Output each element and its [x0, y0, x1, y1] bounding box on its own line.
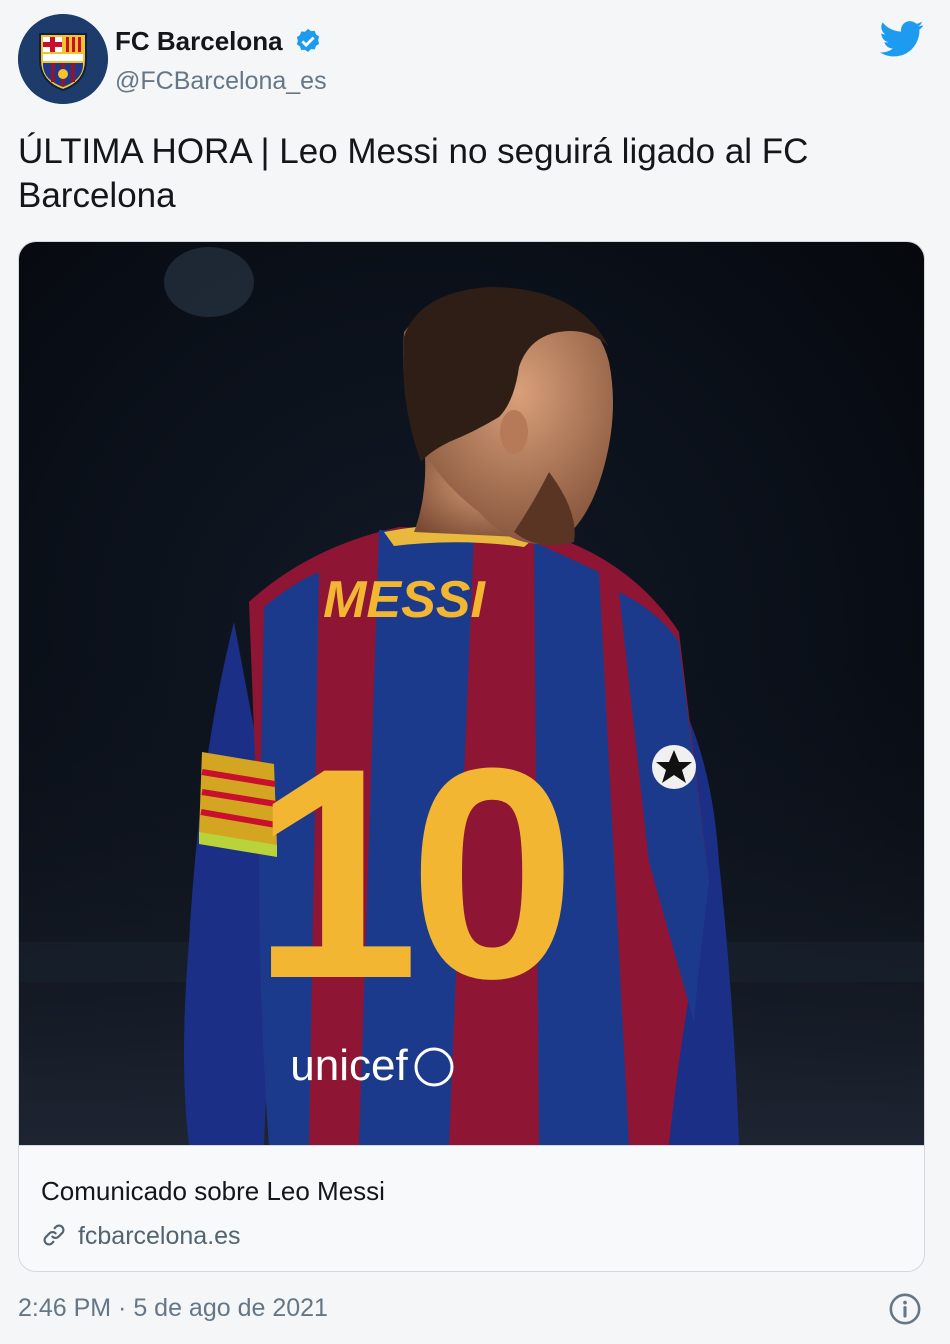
twitter-bird-icon[interactable] [880, 19, 924, 59]
card-domain-row[interactable]: fcbarcelona.es [41, 1222, 241, 1251]
link-card[interactable]: MESSI 10 unicef Comunicado sobre Leo Mes… [18, 241, 925, 1272]
card-meta[interactable]: Comunicado sobre Leo Messi fcbarcelona.e… [19, 1145, 924, 1271]
jersey-number: 10 [252, 705, 566, 1041]
tweet-header: FC Barcelona @FCBarcelona_es [18, 14, 932, 106]
jersey-sponsor: unicef [290, 1041, 408, 1090]
verified-badge-icon [296, 28, 320, 52]
tweet-text: ÚLTIMA HORA | Leo Messi no seguirá ligad… [18, 132, 809, 215]
tweet-footer: 2:46 PM · 5 de ago de 2021 [18, 1292, 932, 1332]
jersey-name: MESSI [323, 571, 486, 629]
card-image[interactable]: MESSI 10 unicef [19, 242, 924, 1145]
tweet-timestamp[interactable]: 2:46 PM · 5 de ago de 2021 [18, 1294, 328, 1323]
avatar[interactable] [18, 14, 108, 104]
link-icon [43, 1224, 65, 1246]
author-display-name[interactable]: FC Barcelona [115, 26, 283, 57]
card-title[interactable]: Comunicado sobre Leo Messi [41, 1176, 385, 1207]
author-handle[interactable]: @FCBarcelona_es [115, 67, 327, 96]
messi-back-photo: MESSI 10 unicef [19, 242, 924, 1145]
fc-barcelona-crest-icon [18, 14, 108, 104]
info-icon[interactable] [888, 1292, 922, 1326]
card-domain[interactable]: fcbarcelona.es [78, 1222, 241, 1250]
